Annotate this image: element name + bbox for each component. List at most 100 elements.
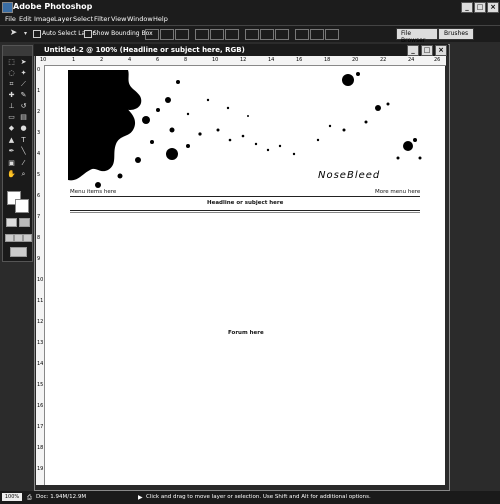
zoom-tool-icon[interactable]: ⌕ (18, 170, 29, 179)
ruler-label: 18 (324, 57, 331, 63)
ruler-label: 3 (37, 130, 41, 136)
ruler-label: 14 (268, 57, 275, 63)
ruler-label: 4 (37, 151, 41, 157)
menu-file[interactable]: File (5, 15, 16, 23)
lasso-tool-icon[interactable]: ◌ (6, 69, 17, 78)
distribute-right-icon[interactable] (325, 29, 339, 40)
close-icon[interactable]: × (487, 2, 499, 13)
play-arrow-icon[interactable]: ▶ (138, 494, 143, 501)
status-bar: 100% ⎙ Doc: 1.94M/12.9M ▶ Click and drag… (0, 491, 500, 504)
slice-tool-icon[interactable]: ⟋ (18, 80, 29, 89)
ruler-label: 8 (184, 57, 188, 63)
brush-tool-icon[interactable]: ✎ (18, 91, 29, 100)
tab-file-browser-label: File Browser (401, 30, 426, 44)
bounding-box-label: Show Bounding Box (93, 30, 153, 37)
stamp-tool-icon[interactable]: ⊥ (6, 102, 17, 111)
distribute-vcenter-icon[interactable] (260, 29, 274, 40)
ruler-label: 10 (40, 57, 47, 63)
ruler-label: 24 (408, 57, 415, 63)
align-top-icon[interactable] (145, 29, 159, 40)
align-hcenter-icon[interactable] (210, 29, 224, 40)
distribute-top-icon[interactable] (245, 29, 259, 40)
ruler-label: 11 (37, 298, 44, 304)
ruler-label: 1 (37, 88, 41, 94)
maximize-icon[interactable]: □ (474, 2, 486, 13)
distribute-bottom-icon[interactable] (275, 29, 289, 40)
zoom-level[interactable]: 100% (2, 493, 22, 501)
move-tool-icon[interactable]: ➤ (8, 29, 19, 38)
magic-wand-icon[interactable]: ✦ (18, 69, 29, 78)
forum-placeholder: Forum here (228, 330, 264, 336)
ruler-label: 14 (37, 361, 44, 367)
menu-items-right: More menu here (375, 189, 421, 195)
dodge-tool-icon[interactable]: ● (18, 124, 29, 133)
ruler-label: 12 (240, 57, 247, 63)
ruler-label: 8 (37, 235, 41, 241)
eyedropper-icon[interactable]: ⁄ (18, 159, 29, 168)
ruler-label: 1 (72, 57, 76, 63)
info-icon[interactable]: ⎙ (27, 494, 32, 502)
minimize-icon[interactable]: _ (461, 2, 473, 13)
shape-tool-icon[interactable]: ╲ (18, 147, 29, 156)
marquee-tool-icon[interactable]: ⬚ (6, 58, 17, 67)
menu-view[interactable]: View (111, 15, 126, 23)
eraser-tool-icon[interactable]: ▭ (6, 113, 17, 122)
doc-maximize-icon[interactable]: □ (421, 45, 433, 56)
distribute-left-icon[interactable] (295, 29, 309, 40)
photoshop-app-icon (2, 2, 13, 13)
menu-select[interactable]: Select (73, 15, 93, 23)
notes-tool-icon[interactable]: ▣ (6, 159, 17, 168)
healing-brush-icon[interactable]: ✚ (6, 91, 17, 100)
menu-edit[interactable]: Edit (19, 15, 32, 23)
align-bottom-icon[interactable] (175, 29, 189, 40)
type-tool-icon[interactable]: T (18, 136, 29, 145)
divider-line (70, 210, 420, 211)
ruler-label: 26 (434, 57, 441, 63)
site-logo: NoseBleed (318, 170, 380, 181)
screen-mode-full-menu-icon[interactable] (14, 234, 23, 242)
ruler-label: 15 (37, 382, 44, 388)
menu-help[interactable]: Help (153, 15, 168, 23)
chevron-down-icon[interactable]: ▾ (20, 29, 31, 38)
doc-close-icon[interactable]: × (435, 45, 447, 56)
menu-layer[interactable]: Layer (54, 15, 72, 23)
menu-window[interactable]: Window (127, 15, 153, 23)
ruler-label: 18 (37, 445, 44, 451)
history-brush-icon[interactable]: ↺ (18, 102, 29, 111)
ruler-label: 6 (37, 193, 41, 199)
align-right-icon[interactable] (225, 29, 239, 40)
ruler-label: 10 (212, 57, 219, 63)
ruler-label: 17 (37, 424, 44, 430)
bounding-box-checkbox[interactable] (84, 30, 92, 38)
menu-filter[interactable]: Filter (94, 15, 110, 23)
ruler-label: 16 (37, 403, 44, 409)
path-select-icon[interactable]: ▲ (6, 136, 17, 145)
ruler-label: 16 (296, 57, 303, 63)
crop-tool-icon[interactable]: ⌗ (6, 80, 17, 89)
menu-image[interactable]: Image (34, 15, 54, 23)
hand-tool-icon[interactable]: ✋ (6, 170, 17, 179)
ruler-label: 2 (37, 109, 41, 115)
screen-mode-full-icon[interactable] (23, 234, 32, 242)
ruler-label: 13 (37, 340, 44, 346)
align-vcenter-icon[interactable] (160, 29, 174, 40)
status-hint: Click and drag to move layer or selectio… (146, 494, 371, 500)
align-left-icon[interactable] (195, 29, 209, 40)
tab-file-browser[interactable]: File Browser (396, 28, 438, 44)
ruler-label: 10 (37, 277, 44, 283)
doc-minimize-icon[interactable]: _ (407, 45, 419, 56)
background-color-swatch[interactable] (15, 199, 29, 213)
auto-select-checkbox[interactable] (33, 30, 41, 38)
pen-tool-icon[interactable]: ✒ (6, 147, 17, 156)
gradient-tool-icon[interactable]: ▤ (18, 113, 29, 122)
blur-tool-icon[interactable]: ◆ (6, 124, 17, 133)
distribute-hcenter-icon[interactable] (310, 29, 324, 40)
move-tool-icon[interactable]: ➤ (18, 58, 29, 67)
screen-mode-standard-icon[interactable] (5, 234, 14, 242)
jump-to-imageready-icon[interactable] (10, 247, 27, 257)
quickmask-mode-icon[interactable] (19, 218, 30, 227)
ruler-label: 6 (156, 57, 160, 63)
doc-size: Doc: 1.94M/12.9M (36, 494, 87, 500)
standard-mode-icon[interactable] (6, 218, 17, 227)
tab-brushes[interactable]: Brushes (438, 28, 474, 40)
